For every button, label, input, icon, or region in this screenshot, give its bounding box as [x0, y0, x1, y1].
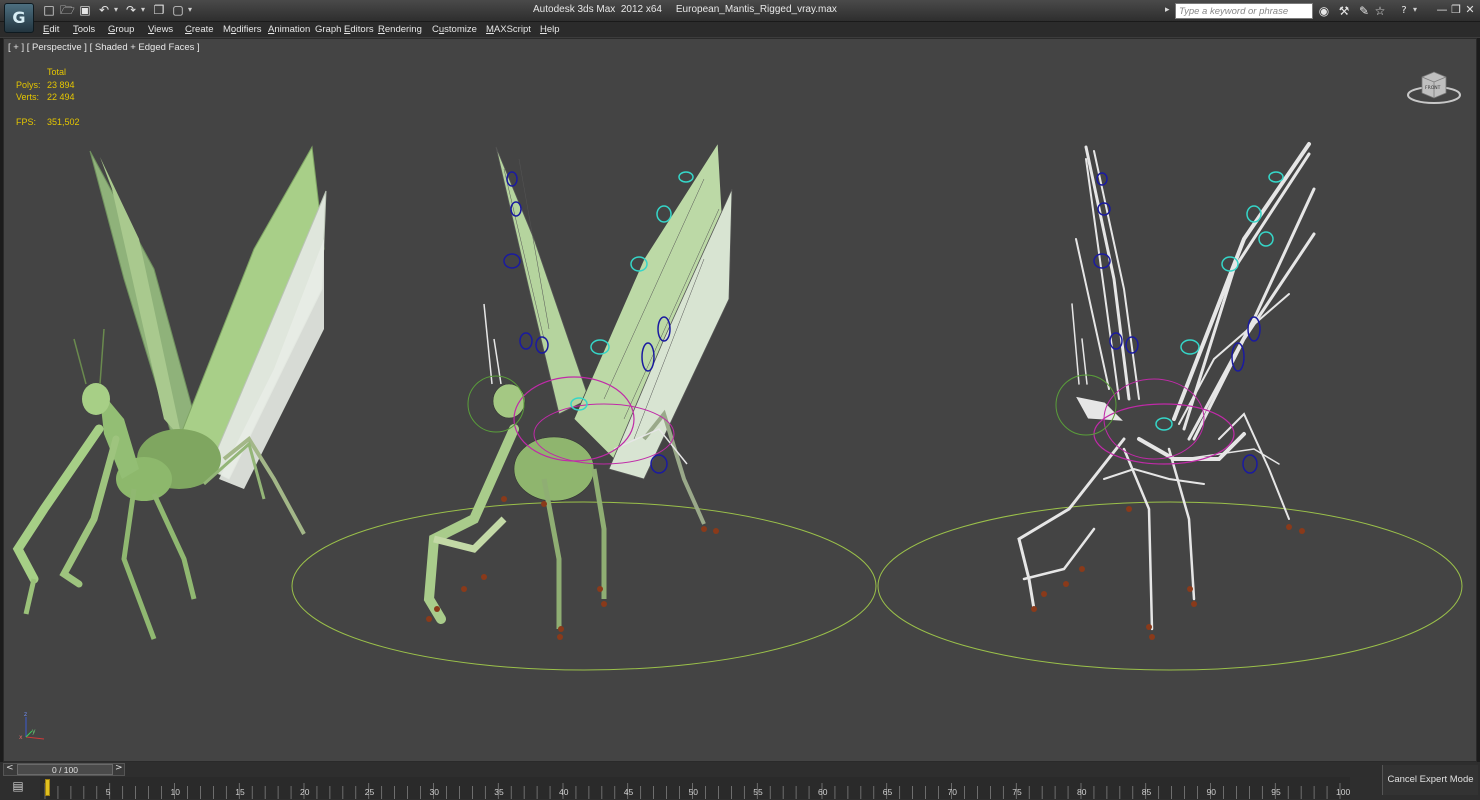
search-input[interactable]: Type a keyword or phrase — [1175, 3, 1313, 19]
mantis-bone-rig — [1017, 142, 1316, 640]
menu-tools[interactable]: Tools — [73, 24, 95, 35]
undo-icon[interactable]: ↶ — [97, 4, 111, 17]
track-tick-label: 10 — [171, 787, 181, 797]
menu-group[interactable]: Group — [108, 24, 134, 35]
communication-icon[interactable]: ⚒ — [1336, 3, 1352, 19]
time-slider[interactable]: < 0 / 100 > — [3, 763, 125, 776]
stats-header: Total — [47, 67, 67, 77]
polys-label: Polys: — [16, 79, 41, 90]
verts-label: Verts: — [16, 92, 40, 102]
menu-bar: Edit Tools Group Views Create Modifiers … — [0, 22, 1480, 38]
menu-create[interactable]: Create — [185, 24, 214, 35]
new-file-icon[interactable]: □ — [42, 4, 56, 17]
menu-views[interactable]: Views — [148, 24, 173, 35]
track-tick-label: 85 — [1142, 787, 1152, 797]
scene-render[interactable] — [4, 39, 1477, 762]
track-tick-label: 95 — [1271, 787, 1281, 797]
menu-customize[interactable]: Customize — [432, 24, 477, 35]
polys-value: 23 894 — [47, 79, 75, 90]
help-dropdown-icon[interactable]: ▾ — [1413, 5, 1420, 14]
track-tick-label: 55 — [753, 787, 763, 797]
mantis-wireframe-rig — [423, 141, 733, 640]
timeline-area: < 0 / 100 > ▤ 5 10 15 20 25 30 35 40 45 50 55 60 65 7… — [0, 762, 1480, 800]
help-icon[interactable]: ? — [1396, 3, 1412, 19]
redo-icon[interactable]: ↷ — [124, 4, 138, 17]
menu-rendering[interactable]: Rendering — [378, 24, 422, 35]
favorites-icon[interactable]: ☆ — [1372, 3, 1388, 19]
track-tick-label: 65 — [883, 787, 893, 797]
fps-value: 351,502 — [47, 117, 80, 127]
track-tick-label: 35 — [494, 787, 504, 797]
track-tick-label: 100 — [1336, 787, 1350, 797]
window-title: Autodesk 3ds Max 2012 x64 European_Manti… — [533, 4, 837, 15]
menu-graph-editors[interactable]: Graph Editors — [315, 24, 374, 35]
verts-value: 22 494 — [47, 92, 75, 102]
save-icon[interactable]: ▣ — [78, 4, 92, 17]
close-icon[interactable]: ✕ — [1463, 2, 1477, 18]
previous-frame-icon[interactable]: < — [6, 763, 14, 773]
ground-circle-3 — [877, 501, 1463, 671]
menu-maxscript[interactable]: MAXScript — [486, 24, 531, 35]
svg-text:y: y — [32, 728, 36, 735]
subscription-icon[interactable]: ✎ — [1356, 3, 1372, 19]
menu-animation[interactable]: Animation — [268, 24, 310, 35]
axis-tripod-icon: z y x — [19, 711, 45, 741]
track-bar-ticks: 5 10 15 20 25 30 35 40 45 50 55 60 65 70 75 80 85 90 95 100 — [44, 783, 1350, 799]
track-tick-label: 20 — [300, 787, 310, 797]
track-tick-label: 75 — [1012, 787, 1022, 797]
app-logo-icon[interactable]: G — [4, 3, 34, 33]
redo-dropdown-icon[interactable]: ▾ — [141, 5, 148, 14]
track-tick-label: 45 — [624, 787, 634, 797]
track-tick-label: 90 — [1207, 787, 1217, 797]
time-slider-thumb[interactable]: 0 / 100 — [17, 764, 113, 775]
svg-text:x: x — [19, 734, 23, 741]
track-tick-label: 80 — [1077, 787, 1087, 797]
layer-icon[interactable]: ▤ — [6, 779, 30, 797]
minimize-icon[interactable]: — — [1435, 2, 1449, 18]
menu-help[interactable]: Help — [540, 24, 560, 35]
quick-access-dropdown-icon[interactable]: ▾ — [188, 5, 195, 14]
fps-label: FPS: — [16, 117, 37, 127]
mantis-shaded-model — [12, 145, 327, 640]
title-bar: G □ 🗁 ▣ ↶ ▾ ↷ ▾ ❐ ▢ ▾ Autodesk 3ds Max 2… — [0, 0, 1480, 33]
cancel-expert-mode-button[interactable]: Cancel Expert Mode — [1382, 765, 1478, 795]
viewport-label[interactable]: [ + ] [ Perspective ] [ Shaded + Edged F… — [8, 42, 200, 53]
current-frame-marker[interactable] — [45, 779, 50, 796]
track-tick-label: 25 — [365, 787, 375, 797]
track-tick-label: 15 — [235, 787, 245, 797]
track-tick-label: 60 — [818, 787, 828, 797]
track-bar[interactable]: 5 10 15 20 25 30 35 40 45 50 55 60 65 70 75 80 85 90 95 100 — [40, 777, 1350, 799]
viewcube-face-label: FRONT — [1425, 85, 1441, 91]
track-tick-label: 70 — [948, 787, 958, 797]
next-frame-icon[interactable]: > — [115, 763, 123, 773]
track-tick-label: 40 — [559, 787, 569, 797]
menu-modifiers[interactable]: Modifiers — [223, 24, 262, 35]
viewcube-icon[interactable]: FRONT — [1404, 67, 1464, 107]
track-tick-label: 5 — [106, 787, 111, 797]
perspective-viewport[interactable]: [ + ] [ Perspective ] [ Shaded + Edged F… — [3, 38, 1477, 762]
restore-icon[interactable]: ❐ — [1449, 2, 1463, 18]
project-icon[interactable]: ▢ — [171, 4, 185, 17]
svg-text:z: z — [24, 711, 27, 718]
hold-icon[interactable]: ❐ — [152, 4, 166, 17]
menu-edit[interactable]: Edit — [43, 24, 59, 35]
track-tick-label: 30 — [430, 787, 440, 797]
ground-circle-2 — [291, 501, 877, 671]
open-file-icon[interactable]: 🗁 — [60, 4, 75, 17]
search-binoculars-icon[interactable]: ◉ — [1316, 3, 1332, 19]
undo-dropdown-icon[interactable]: ▾ — [114, 5, 121, 14]
track-tick-label: 50 — [689, 787, 699, 797]
search-expand-icon[interactable]: ▸ — [1165, 5, 1170, 15]
